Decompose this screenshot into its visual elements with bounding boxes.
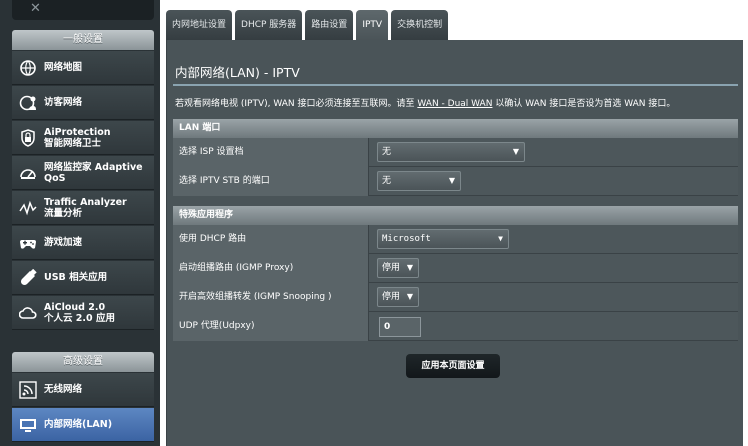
- sidebar-item-label: 无线网络: [44, 384, 83, 395]
- igmp-snooping-value: 停用: [382, 292, 401, 302]
- sidebar-item-aiprotection[interactable]: AiProtection 智能网络卫士: [12, 121, 154, 155]
- sidebar-item-label: 游戏加速: [44, 237, 83, 248]
- sidebar-item-sublabel: 智能网络卫士: [44, 137, 102, 149]
- speedometer-icon: [18, 163, 38, 183]
- gamepad-icon: [18, 233, 38, 253]
- tab-bar: 内网地址设置 DHCP 服务器 路由设置 IPTV 交换机控制: [166, 10, 451, 40]
- cloud-icon: [18, 303, 38, 323]
- sidebar-item-wireless[interactable]: 无线网络: [12, 373, 154, 407]
- udpxy-row: UDP 代理(Udpxy) 0: [173, 312, 738, 341]
- isp-profile-label: 选择 ISP 设置档: [173, 138, 369, 167]
- igmp-snooping-select[interactable]: 停用 ▼: [377, 287, 419, 307]
- title-divider: [173, 84, 738, 86]
- sidebar-item-guest-network[interactable]: 访客网络: [12, 86, 154, 120]
- intro-text-after: 以确认 WAN 接口是否设为首选 WAN 接口。: [495, 99, 676, 109]
- usb-icon: [18, 268, 38, 288]
- sidebar-item-label: AiCloud 2.0: [44, 301, 106, 313]
- sidebar-item-label: AiProtection: [44, 126, 111, 138]
- lan-monitor-icon: [18, 415, 38, 435]
- igmp-snooping-row: 开启高效组播转发 (IGMP Snooping ) 停用 ▼: [173, 283, 738, 312]
- sidebar-item-label: 网络监控家 Adaptive: [44, 161, 143, 173]
- iptv-stb-port-label: 选择 IPTV STB 的端口: [173, 167, 369, 196]
- chevron-down-icon: ▼: [498, 234, 503, 243]
- sidebar-item-label: USB 相关应用: [44, 272, 108, 283]
- intro-text-before: 若观看网络电视 (IPTV), WAN 接口必须连接至互联网。请至: [175, 99, 415, 109]
- isp-profile-value: 无: [382, 147, 392, 157]
- tab-dhcp-server[interactable]: DHCP 服务器: [235, 10, 303, 40]
- special-apps-header: 特殊应用程序: [173, 206, 738, 225]
- chevron-down-icon: ▼: [448, 176, 455, 185]
- sidebar-item-label: 访客网络: [44, 97, 83, 108]
- tab-route[interactable]: 路由设置: [305, 10, 354, 40]
- dhcp-route-label: 使用 DHCP 路由: [173, 225, 369, 254]
- tab-iptv[interactable]: IPTV: [356, 10, 389, 40]
- sidebar-item-label: Traffic Analyzer: [44, 196, 127, 208]
- intro-text: 若观看网络电视 (IPTV), WAN 接口必须连接至互联网。请至 WAN - …: [175, 96, 675, 109]
- sidebar-item-aicloud[interactable]: AiCloud 2.0 个人云 2.0 应用: [12, 296, 154, 330]
- lock-shield-icon: [18, 128, 38, 148]
- igmp-snooping-label: 开启高效组播转发 (IGMP Snooping ): [173, 283, 369, 312]
- dhcp-route-row: 使用 DHCP 路由 Microsoft ▼: [173, 225, 738, 254]
- sidebar-item-lan[interactable]: 内部网络(LAN): [12, 408, 154, 442]
- iptv-stb-port-value: 无: [382, 176, 392, 186]
- traffic-chart-icon: [18, 198, 38, 218]
- apply-button[interactable]: 应用本页面设置: [406, 354, 500, 378]
- dhcp-route-value: Microsoft: [382, 234, 431, 244]
- sidebar-item-label: 网络地图: [44, 62, 83, 73]
- sidebar-item-label: 内部网络(LAN): [44, 419, 113, 430]
- general-section-header: 一般设置: [12, 30, 154, 50]
- iptv-stb-port-row: 选择 IPTV STB 的端口 无 ▼: [173, 167, 738, 196]
- guest-network-icon: [18, 93, 38, 113]
- chevron-down-icon: ▼: [512, 147, 519, 156]
- lan-port-header: LAN 端口: [173, 119, 738, 138]
- sidebar-top-remnant[interactable]: ✕: [12, 0, 154, 20]
- wireless-icon: [18, 380, 38, 400]
- sidebar-item-game-boost[interactable]: 游戏加速: [12, 226, 154, 260]
- tab-switch-control[interactable]: 交换机控制: [391, 10, 449, 40]
- igmp-proxy-select[interactable]: 停用 ▼: [377, 258, 419, 278]
- isp-profile-row: 选择 ISP 设置档 无 ▼: [173, 138, 738, 167]
- tab-lan-ip[interactable]: 内网地址设置: [166, 10, 233, 40]
- isp-profile-select[interactable]: 无 ▼: [377, 142, 525, 162]
- iptv-stb-port-select[interactable]: 无 ▼: [377, 171, 461, 191]
- advanced-section-header: 高级设置: [12, 352, 154, 372]
- igmp-proxy-value: 停用: [382, 263, 401, 273]
- sidebar-item-sublabel: 个人云 2.0 应用: [44, 312, 115, 324]
- page-title: 内部网络(LAN) - IPTV: [175, 65, 300, 80]
- igmp-proxy-row: 启动组播路由 (IGMP Proxy) 停用 ▼: [173, 254, 738, 283]
- igmp-proxy-label: 启动组播路由 (IGMP Proxy): [173, 254, 369, 283]
- sidebar-item-adaptive-qos[interactable]: 网络监控家 Adaptive QoS: [12, 156, 154, 190]
- chevron-down-icon: ▼: [406, 292, 413, 301]
- sidebar-item-sublabel: QoS: [44, 172, 66, 184]
- close-icon: ✕: [30, 1, 41, 16]
- sidebar-item-traffic-analyzer[interactable]: Traffic Analyzer 流量分析: [12, 191, 154, 225]
- sidebar: ✕ 一般设置 网络地图 访客网络 AiProtection 智能网络卫士 网络监…: [0, 0, 160, 446]
- sidebar-item-sublabel: 流量分析: [44, 207, 83, 219]
- sidebar-item-network-map[interactable]: 网络地图: [12, 51, 154, 85]
- main-panel: 内部网络(LAN) - IPTV 若观看网络电视 (IPTV), WAN 接口必…: [166, 40, 743, 446]
- chevron-down-icon: ▼: [406, 263, 413, 272]
- udpxy-label: UDP 代理(Udpxy): [173, 312, 369, 341]
- globe-map-icon: [18, 58, 38, 78]
- udpxy-port-input[interactable]: 0: [379, 317, 421, 337]
- dhcp-route-select[interactable]: Microsoft ▼: [377, 229, 509, 249]
- wan-dual-wan-link[interactable]: WAN - Dual WAN: [417, 99, 492, 109]
- sidebar-item-usb-apps[interactable]: USB 相关应用: [12, 261, 154, 295]
